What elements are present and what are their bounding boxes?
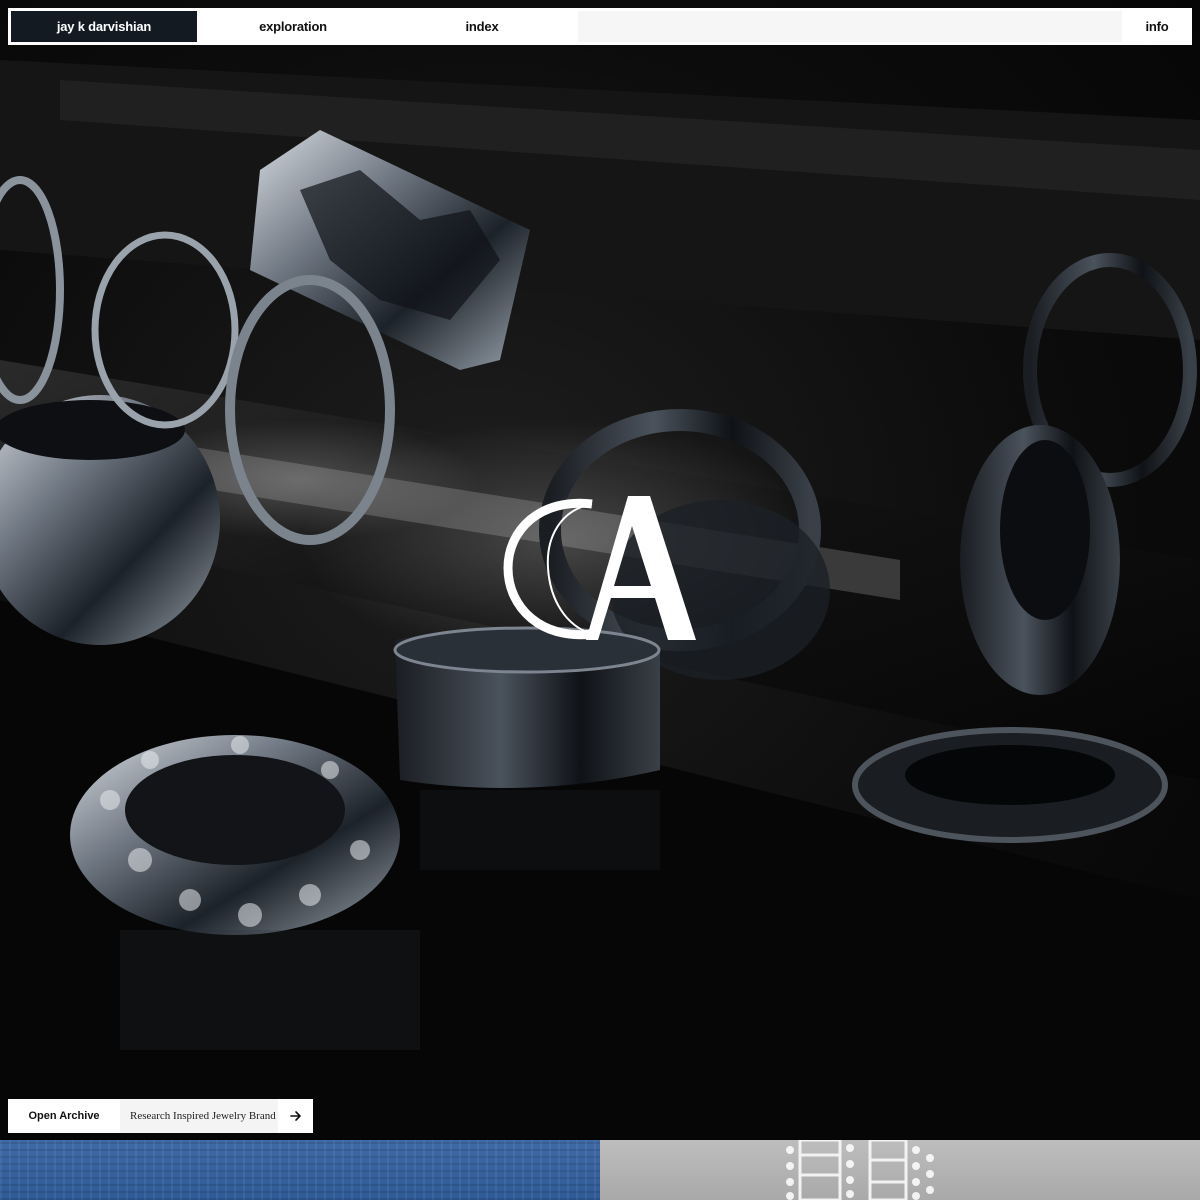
arrow-right-icon bbox=[289, 1111, 301, 1121]
archive-cta-bar: Open Archive Research Inspired Jewelry B… bbox=[8, 1099, 313, 1133]
chain-jewelry-image bbox=[786, 1140, 934, 1200]
top-nav: jay k darvishian exploration index info bbox=[8, 8, 1192, 45]
project-tile-denim[interactable] bbox=[0, 1140, 600, 1200]
project-tile-chains[interactable] bbox=[600, 1140, 1200, 1200]
nav-spacer bbox=[578, 11, 1122, 42]
nav-brand-link[interactable]: jay k darvishian bbox=[11, 11, 197, 42]
hero-image bbox=[0, 0, 1200, 1140]
nav-exploration-link[interactable]: exploration bbox=[200, 11, 386, 42]
brand-logo-icon bbox=[503, 496, 696, 640]
nav-index-link[interactable]: index bbox=[389, 11, 575, 42]
nav-info-link[interactable]: info bbox=[1125, 11, 1189, 42]
page: jay k darvishian exploration index info … bbox=[0, 0, 1200, 1200]
open-archive-button[interactable]: Open Archive bbox=[8, 1099, 120, 1133]
cta-arrow-button[interactable] bbox=[278, 1099, 313, 1133]
brand-description: Research Inspired Jewelry Brand bbox=[120, 1099, 278, 1133]
